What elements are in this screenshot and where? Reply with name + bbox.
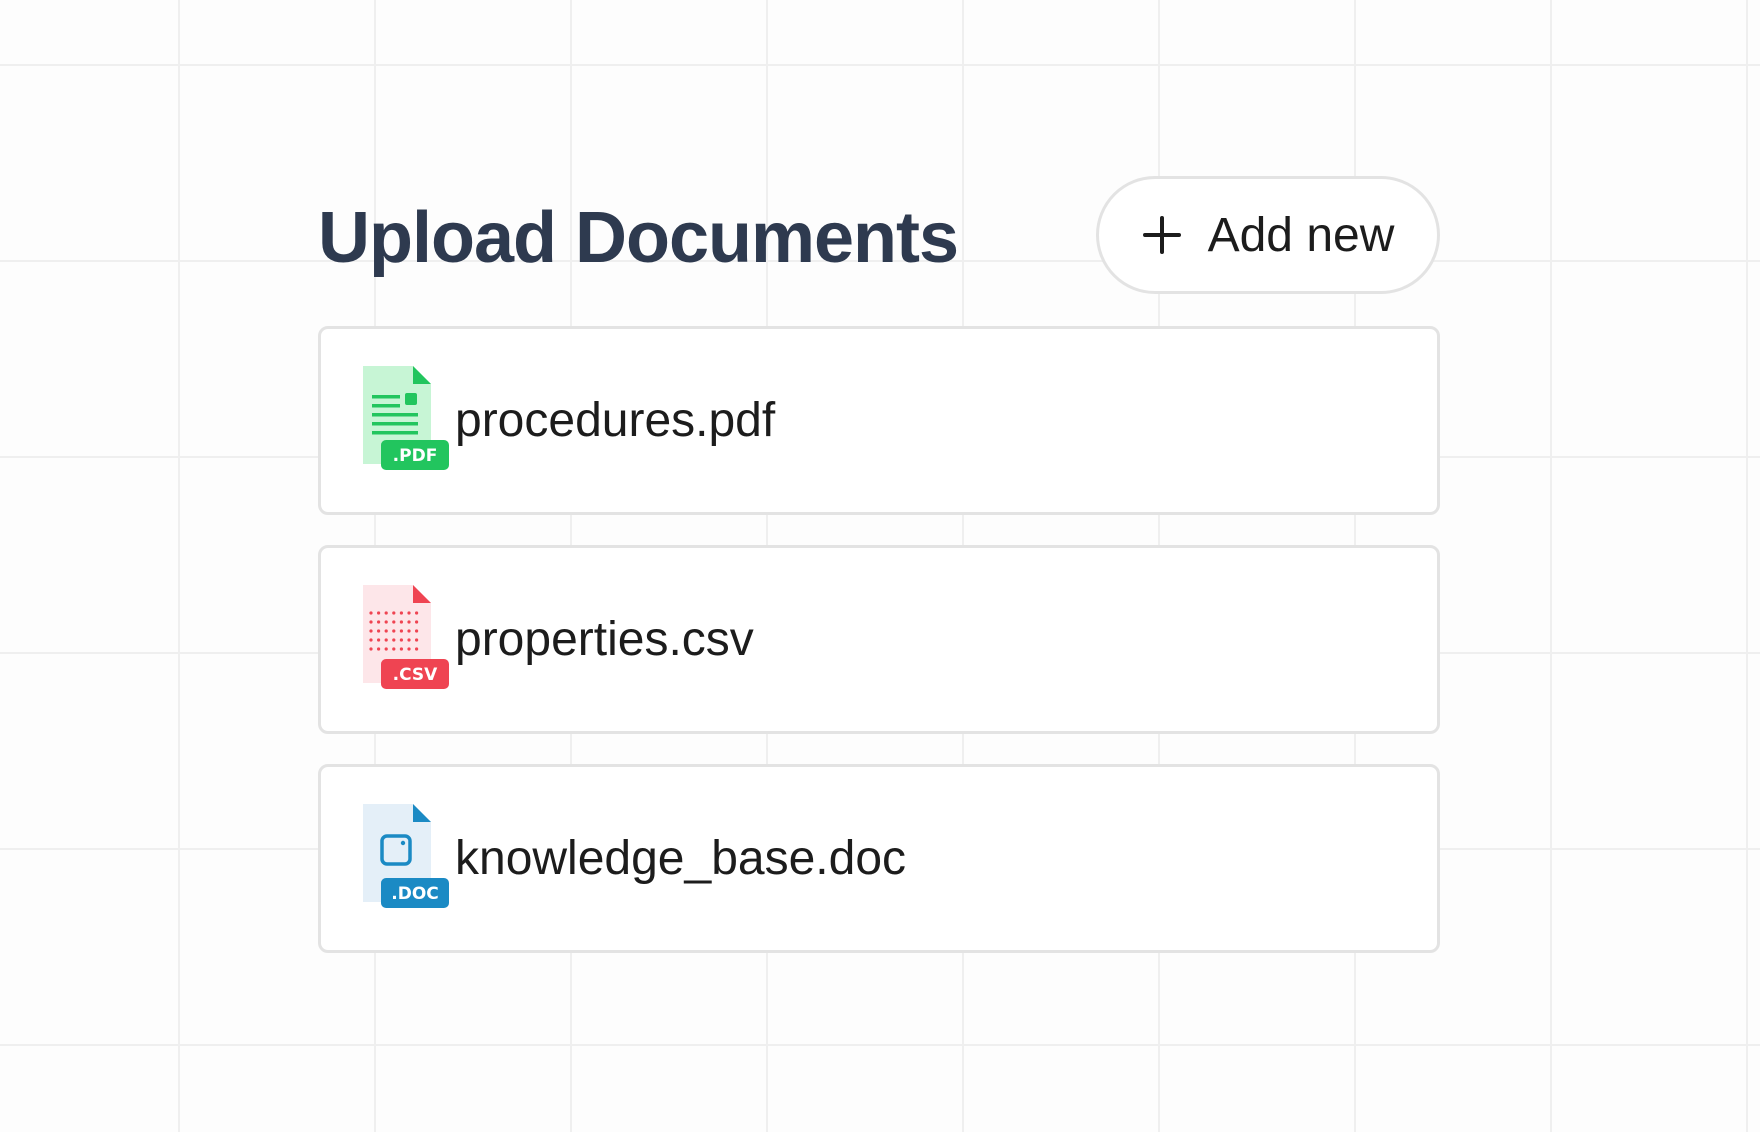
doc-file-icon: .DOC [363,803,449,908]
file-item-procedures-pdf[interactable]: .PDF procedures.pdf [318,326,1440,515]
upload-documents-panel: Upload Documents Add new .PDF procedures… [318,176,1440,983]
page-title: Upload Documents [318,198,959,278]
file-name: procedures.pdf [455,394,776,447]
doc-badge: .DOC [391,884,439,904]
add-new-button[interactable]: Add new [1096,176,1440,294]
pdf-file-icon: .PDF [363,365,449,470]
plus-icon [1142,216,1181,254]
file-name: properties.csv [455,613,754,666]
csv-file-icon: .CSV [363,584,449,689]
panel-header: Upload Documents Add new [318,176,1440,294]
file-item-properties-csv[interactable]: .CSV properties.csv [318,545,1440,734]
file-name: knowledge_base.doc [455,832,907,885]
add-new-label: Add new [1207,208,1395,262]
csv-badge: .CSV [393,665,438,685]
file-item-knowledge-base-doc[interactable]: .DOC knowledge_base.doc [318,764,1440,953]
pdf-badge: .PDF [393,446,438,466]
file-list: .PDF procedures.pdf .CSV properties.csv … [318,326,1440,953]
